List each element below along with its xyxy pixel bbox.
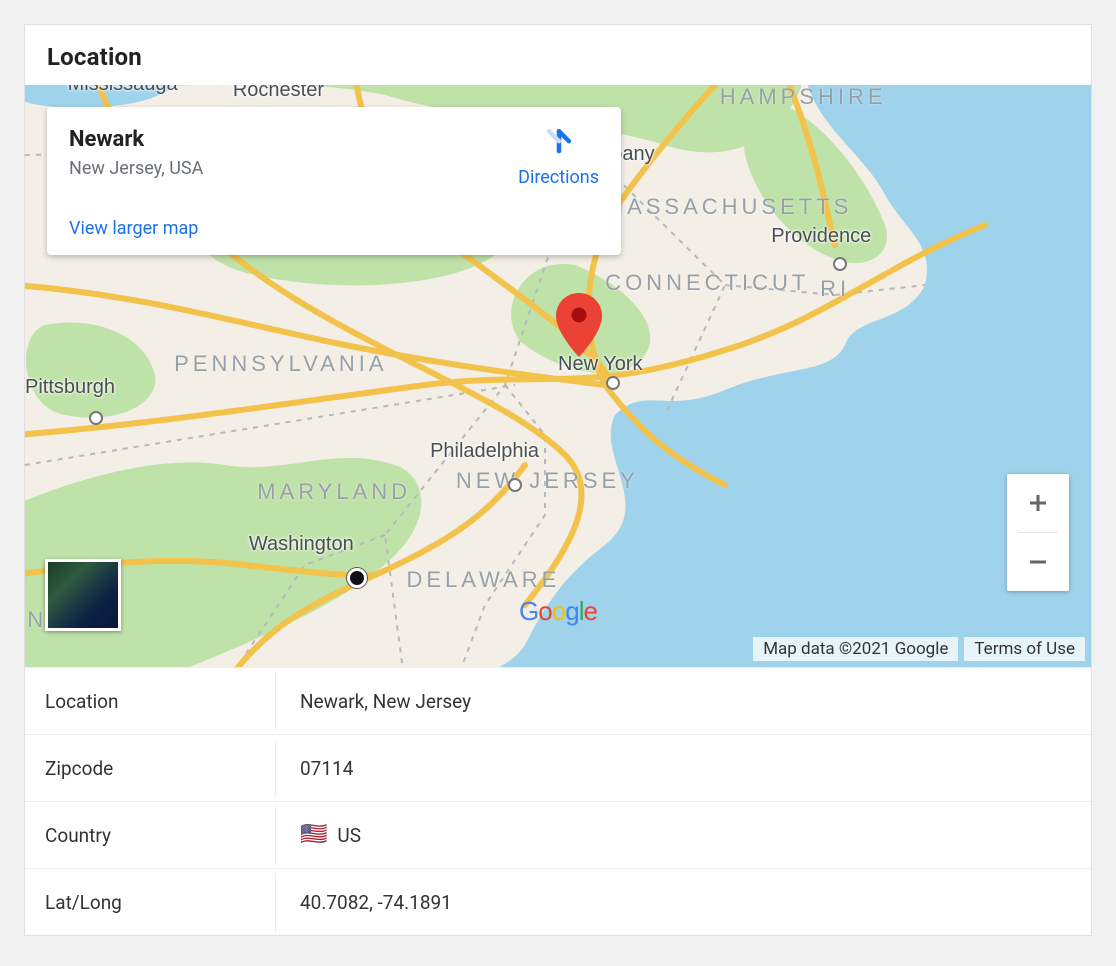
terms-of-use-link[interactable]: Terms of Use xyxy=(964,637,1085,661)
table-key: Zipcode xyxy=(25,739,276,798)
map-city-label: Pittsburgh xyxy=(25,376,115,399)
location-card: Location xyxy=(24,24,1092,936)
map-major-city-dot xyxy=(347,568,367,588)
map-credits: Map data ©2021 Google Terms of Use xyxy=(753,637,1085,661)
map-city-dot xyxy=(508,478,522,492)
directions-label: Directions xyxy=(518,167,599,188)
map-pin-icon xyxy=(555,293,603,361)
map-city-label: Providence xyxy=(771,225,871,248)
location-details-table: Location Newark, New Jersey Zipcode 07114 Co… xyxy=(25,667,1091,935)
map-state-label: DELAWARE xyxy=(406,567,560,593)
flag-icon: 🇺🇸 xyxy=(300,824,327,846)
table-value-text: 07114 xyxy=(300,757,353,780)
zoom-in-button[interactable] xyxy=(1007,474,1069,532)
minus-icon xyxy=(1026,550,1050,574)
map-state-label: MASSACHUSETTS xyxy=(605,194,853,220)
table-value: 🇺🇸 US xyxy=(276,806,385,865)
satellite-toggle[interactable] xyxy=(45,559,121,631)
map-container[interactable]: HAMPSHIRE MASSACHUSETTS CONNECTICUT RI PENNS… xyxy=(25,85,1091,667)
table-value: 07114 xyxy=(276,739,377,798)
map-city-dot xyxy=(833,257,847,271)
table-key: Country xyxy=(25,806,276,865)
map-city-dot xyxy=(606,376,620,390)
card-title: Location xyxy=(47,43,1069,71)
map-info-text: Newark New Jersey, USA xyxy=(69,127,203,188)
map-info-card: Newark New Jersey, USA Directions View l… xyxy=(47,107,621,255)
zoom-out-button[interactable] xyxy=(1007,533,1069,591)
map-place-name: Newark xyxy=(69,127,203,152)
view-larger-map-link[interactable]: View larger map xyxy=(69,218,599,239)
map-city-label: Philadelphia xyxy=(430,440,539,463)
table-key: Location xyxy=(25,672,276,731)
map-state-label: NEW JERSEY xyxy=(456,468,639,494)
plus-icon xyxy=(1026,491,1050,515)
map-state-label: MARYLAND xyxy=(257,479,411,505)
table-row: Zipcode 07114 xyxy=(25,735,1091,802)
google-logo: Google xyxy=(519,596,597,627)
table-row: Location Newark, New Jersey xyxy=(25,668,1091,735)
table-value: Newark, New Jersey xyxy=(276,672,495,731)
table-value-text: 40.7082, -74.1891 xyxy=(300,891,452,914)
zoom-control xyxy=(1007,474,1069,591)
table-value: 40.7082, -74.1891 xyxy=(276,873,476,932)
table-value-text: US xyxy=(337,824,361,847)
map-city-label: Washington xyxy=(249,533,354,556)
map-state-label: CONNECTICUT xyxy=(605,270,809,296)
map-data-attribution[interactable]: Map data ©2021 Google xyxy=(753,637,958,661)
directions-button[interactable]: Directions xyxy=(518,127,599,188)
map-place-subtitle: New Jersey, USA xyxy=(69,158,203,179)
table-row: Lat/Long 40.7082, -74.1891 xyxy=(25,869,1091,935)
table-row: Country 🇺🇸 US xyxy=(25,802,1091,869)
map-city-label: Mississauga xyxy=(68,85,178,96)
table-key: Lat/Long xyxy=(25,873,276,932)
map-city-label: Rochester xyxy=(233,85,324,102)
map-city-dot xyxy=(89,411,103,425)
map-state-label: HAMPSHIRE xyxy=(720,85,887,110)
map-state-label: RI xyxy=(820,276,850,302)
table-value-text: Newark, New Jersey xyxy=(300,690,471,713)
card-header: Location xyxy=(25,25,1091,85)
map-state-label: PENNSYLVANIA xyxy=(174,351,387,377)
directions-icon xyxy=(542,127,576,161)
